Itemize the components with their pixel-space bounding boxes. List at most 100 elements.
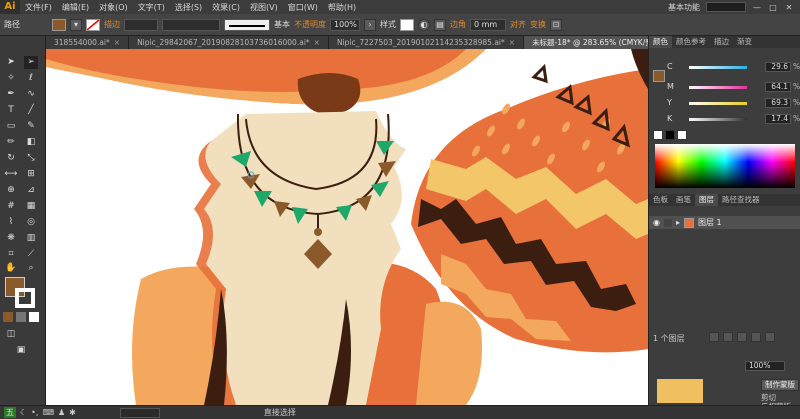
stroke-color-box[interactable] — [15, 288, 35, 308]
tab-stroke[interactable]: 描边 — [710, 36, 733, 48]
pencil-icon[interactable]: ✏ — [4, 136, 18, 149]
type-tool-icon[interactable]: T — [4, 104, 18, 117]
menu-file[interactable]: 文件(F) — [20, 2, 57, 13]
chevron-right-icon[interactable]: ▸ — [676, 218, 680, 227]
transparency-opacity-field[interactable]: 100% — [745, 361, 785, 371]
none-mode-icon[interactable] — [29, 312, 39, 322]
new-layer-icon[interactable] — [751, 332, 761, 342]
tab-color[interactable]: 颜色 — [649, 36, 672, 48]
eye-icon[interactable]: ◉ — [653, 218, 660, 227]
doc-tab[interactable]: Nipic_29842067_20190828103736016000.ai* × — [129, 36, 329, 49]
rectangle-tool-icon[interactable]: ▭ — [4, 120, 18, 133]
menu-type[interactable]: 文字(T) — [133, 2, 170, 13]
stroke-swatch[interactable] — [86, 18, 100, 31]
ime-indicator[interactable]: 五 — [4, 407, 16, 418]
new-sublayer-icon[interactable] — [737, 332, 747, 342]
opacity-field[interactable]: 100% — [330, 18, 360, 31]
panel-fill-swatch[interactable] — [653, 70, 665, 82]
graph-tool-icon[interactable]: ▥ — [24, 232, 38, 245]
color-mode-icon[interactable] — [3, 312, 13, 322]
doc-tab[interactable]: Nipic_7227503_20190102114235328985.ai* × — [328, 36, 525, 49]
selection-tool-icon[interactable]: ➤ — [4, 56, 18, 69]
tab-color-guide[interactable]: 颜色参考 — [672, 36, 710, 48]
search-input[interactable] — [706, 2, 746, 12]
symbol-sprayer-icon[interactable]: ❋ — [4, 232, 18, 245]
close-icon[interactable]: × — [114, 38, 120, 47]
transform-label[interactable]: 变换 — [530, 19, 546, 30]
artboard-tool-icon[interactable]: ⌗ — [4, 248, 18, 261]
variable-width-dropdown[interactable] — [162, 18, 220, 31]
menu-view[interactable]: 视图(V) — [245, 2, 283, 13]
tab-brushes[interactable]: 画笔 — [672, 194, 695, 206]
maximize-button[interactable]: □ — [768, 3, 778, 12]
menu-object[interactable]: 对象(O) — [94, 2, 133, 13]
menu-window[interactable]: 窗口(W) — [283, 2, 323, 13]
direct-selection-tool-icon[interactable]: ➢ — [24, 56, 38, 69]
opacity-label[interactable]: 不透明度 — [294, 19, 326, 30]
fill-swatch[interactable] — [52, 18, 66, 31]
minimize-button[interactable]: — — [752, 3, 762, 12]
layer-name[interactable]: 图层 1 — [698, 217, 722, 228]
slice-tool-icon[interactable]: ⟋ — [24, 248, 38, 261]
delete-layer-icon[interactable] — [765, 332, 775, 342]
close-icon[interactable]: × — [314, 38, 320, 47]
chevron-down-icon[interactable]: ▾ — [70, 18, 82, 31]
menu-edit[interactable]: 编辑(E) — [57, 2, 94, 13]
zoom-tool-icon[interactable]: ⌕ — [24, 262, 38, 275]
graphic-style-swatch[interactable] — [400, 18, 414, 31]
menu-select[interactable]: 选择(S) — [170, 2, 207, 13]
stroke-label[interactable]: 描边 — [104, 19, 120, 30]
screen-mode-icon[interactable]: ▣ — [14, 344, 28, 357]
close-icon[interactable]: × — [509, 38, 515, 47]
width-tool-icon[interactable]: ⟷ — [4, 168, 18, 181]
gradient-mode-icon[interactable] — [16, 312, 26, 322]
menu-help[interactable]: 帮助(H) — [323, 2, 361, 13]
blend-tool-icon[interactable]: ◎ — [24, 216, 38, 229]
corner-radius-field[interactable]: 0 mm — [470, 18, 506, 31]
free-transform-icon[interactable]: ⊞ — [24, 168, 38, 181]
workspace-switcher[interactable]: 基本功能 — [668, 2, 700, 13]
mesh-tool-icon[interactable]: # — [4, 200, 18, 213]
locate-object-icon[interactable] — [709, 332, 719, 342]
document-icon[interactable]: ▤ — [434, 18, 446, 31]
eyedropper-icon[interactable]: ⌇ — [4, 216, 18, 229]
curvature-tool-icon[interactable]: ∿ — [24, 88, 38, 101]
paintbrush-icon[interactable]: ✎ — [24, 120, 38, 133]
magic-wand-icon[interactable]: ✧ — [4, 72, 18, 85]
tab-layers[interactable]: 图层 — [695, 194, 718, 206]
rotate-tool-icon[interactable]: ↻ — [4, 152, 18, 165]
clip-checkbox[interactable]: 剪切 — [761, 393, 791, 402]
tab-gradient[interactable]: 渐变 — [733, 36, 756, 48]
chevron-right-icon[interactable]: › — [364, 18, 376, 31]
make-mask-button[interactable]: 制作蒙版 — [761, 379, 799, 391]
doc-tab-active[interactable]: 未标题-18* @ 283.65% (CMYK/预览)× — [524, 36, 648, 49]
none-swatch[interactable] — [653, 130, 663, 140]
doc-tab[interactable]: 318554000.ai* × — [46, 36, 130, 49]
isolate-icon[interactable]: ⊡ — [550, 18, 562, 31]
shape-builder-icon[interactable]: ⊕ — [4, 184, 18, 197]
white-swatch[interactable] — [677, 130, 687, 140]
layer-row[interactable]: ◉ ▸ 图层 1 — [649, 216, 800, 229]
pen-tool-icon[interactable]: ✒ — [4, 88, 18, 101]
eraser-icon[interactable]: ◧ — [24, 136, 38, 149]
close-button[interactable]: ✕ — [784, 3, 794, 12]
recolor-icon[interactable]: ◐ — [418, 18, 430, 31]
line-tool-icon[interactable]: ╱ — [24, 104, 38, 117]
black-swatch[interactable] — [665, 130, 675, 140]
draw-mode-icon[interactable]: ◫ — [4, 328, 18, 341]
menu-effect[interactable]: 效果(C) — [207, 2, 245, 13]
tab-pathfinder[interactable]: 路径查找器 — [718, 194, 764, 206]
scale-tool-icon[interactable]: ⤡ — [24, 152, 38, 165]
clipping-mask-icon[interactable] — [723, 332, 733, 342]
artboard-navigator[interactable] — [119, 407, 160, 418]
brush-preview[interactable] — [224, 18, 270, 31]
tab-swatches[interactable]: 色板 — [649, 194, 672, 206]
perspective-grid-icon[interactable]: ⊿ — [24, 184, 38, 197]
lasso-icon[interactable]: ℓ — [24, 72, 38, 85]
stroke-weight-field[interactable] — [124, 18, 158, 31]
corner-label[interactable]: 边角 — [450, 19, 466, 30]
artboard-canvas[interactable] — [46, 49, 648, 405]
gradient-tool-icon[interactable]: ▦ — [24, 200, 38, 213]
lock-toggle[interactable] — [663, 218, 672, 227]
align-label[interactable]: 对齐 — [510, 19, 526, 30]
